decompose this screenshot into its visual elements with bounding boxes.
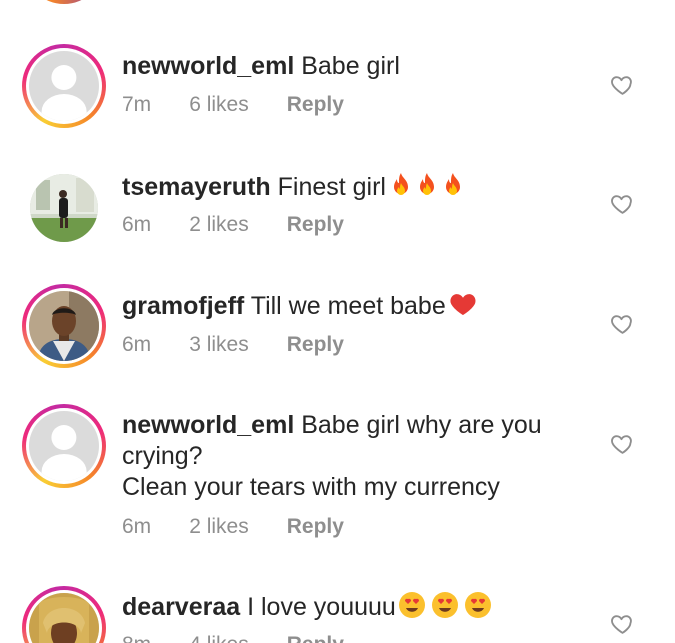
- comment-text: newworld_eml Babe girl why are you cryin…: [122, 410, 582, 503]
- reply-button[interactable]: Reply: [287, 213, 344, 237]
- reply-button[interactable]: Reply: [287, 633, 344, 643]
- timestamp: 6m: [122, 333, 152, 356]
- reply-button[interactable]: Reply: [287, 515, 344, 539]
- comment-text: dearveraa I love youuuu: [122, 591, 582, 627]
- default-user-avatar-icon: [29, 411, 99, 481]
- username[interactable]: tsemayeruth: [122, 173, 271, 201]
- comment-body: Finest girl: [277, 173, 386, 201]
- comment-meta: 6m 2 likes Reply: [122, 515, 382, 539]
- previous-comment-avatar[interactable]: [24, 0, 104, 4]
- username[interactable]: gramofjeff: [122, 292, 244, 320]
- likes-count[interactable]: 4 likes: [189, 633, 249, 643]
- fire-emoji-icon: [388, 171, 466, 207]
- avatar[interactable]: [22, 166, 106, 250]
- timestamp: 6m: [122, 515, 152, 538]
- comment-text: newworld_eml Babe girl: [122, 51, 582, 82]
- avatar[interactable]: [22, 586, 106, 643]
- comment-text: gramofjeff Till we meet babe: [122, 290, 582, 326]
- reply-button[interactable]: Reply: [287, 93, 344, 117]
- username[interactable]: newworld_eml: [122, 411, 294, 439]
- comment-body-line-2: crying?: [122, 442, 203, 470]
- comment-body: Babe girl: [301, 52, 400, 80]
- heart-outline-icon[interactable]: [610, 72, 635, 97]
- avatar[interactable]: [22, 404, 106, 488]
- red-heart-emoji-icon: [448, 290, 478, 326]
- avatar[interactable]: [22, 284, 106, 368]
- comment-text: tsemayeruth Finest girl: [122, 171, 582, 207]
- photo-avatar: [29, 291, 99, 361]
- comment-meta: 6m 2 likes Reply: [122, 213, 382, 237]
- heart-eyes-emoji-icon: [398, 591, 498, 627]
- photo-avatar: [30, 174, 98, 242]
- username[interactable]: dearveraa: [122, 593, 240, 621]
- timestamp: 8m: [122, 633, 151, 643]
- comment-meta: 6m 3 likes Reply: [122, 333, 382, 357]
- likes-count[interactable]: 6 likes: [189, 93, 249, 117]
- heart-outline-icon[interactable]: [610, 311, 635, 336]
- heart-outline-icon[interactable]: [610, 431, 635, 456]
- comment-body-line-3: Clean your tears with my currency: [122, 473, 500, 501]
- comment-body: I love youuuu: [247, 593, 396, 621]
- likes-count[interactable]: 3 likes: [189, 333, 249, 357]
- likes-count[interactable]: 2 likes: [189, 515, 249, 539]
- timestamp: 7m: [122, 93, 152, 116]
- reply-button[interactable]: Reply: [287, 333, 344, 357]
- comment-body: Till we meet babe: [250, 292, 446, 320]
- heart-outline-icon[interactable]: [610, 611, 635, 636]
- username[interactable]: newworld_eml: [122, 52, 294, 80]
- timestamp: 6m: [122, 213, 152, 236]
- avatar[interactable]: [22, 44, 106, 128]
- default-user-avatar-icon: [29, 51, 99, 121]
- likes-count[interactable]: 2 likes: [189, 213, 249, 237]
- comment-meta: 8m 4 likes Reply: [122, 633, 382, 643]
- comment-body-line-1: Babe girl why are you: [301, 411, 542, 439]
- heart-outline-icon[interactable]: [610, 191, 635, 216]
- comment-meta: 7m 6 likes Reply: [122, 93, 382, 117]
